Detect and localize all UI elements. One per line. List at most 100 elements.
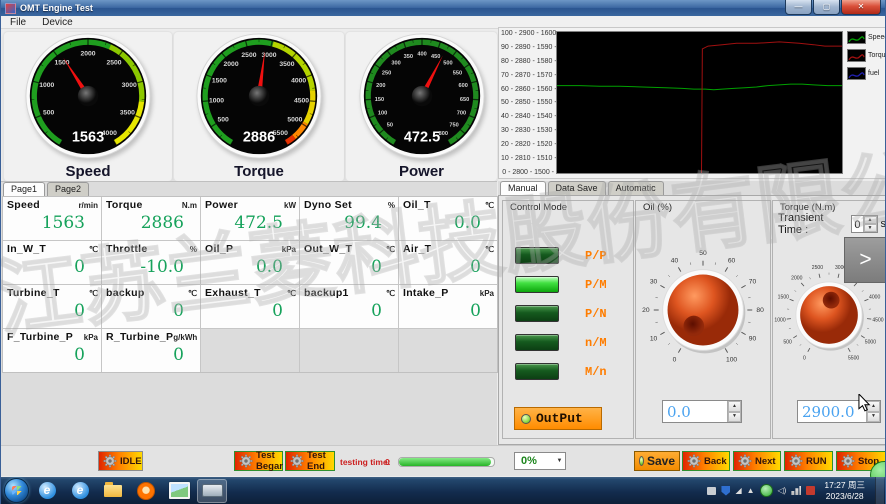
torque-gauge-label: Torque [234, 163, 284, 180]
svg-text:500: 500 [443, 60, 452, 66]
chart-y-tick-label: 30 - 2830 - 1530 - [501, 127, 554, 134]
measurement-value: 1563 [7, 213, 98, 233]
taskbar-ie-icon[interactable]: e [32, 479, 62, 503]
measurement-value: 0 [403, 257, 494, 277]
measurement-value: 0.0 [205, 257, 296, 277]
panel-next-arrow-button[interactable]: > [844, 237, 886, 283]
menu-file[interactable]: File [10, 17, 26, 28]
control-panel: Manual Data Save Automatic Control Mode … [498, 181, 886, 445]
measurement-value: 0 [205, 301, 296, 321]
measurement-unit: % [190, 245, 197, 254]
mode-led-label: M/n [585, 365, 607, 379]
control-mode-group: Control Mode P/PP/MP/Nn/MM/n OutPut [502, 200, 634, 439]
measurement-name: backup1 [304, 287, 349, 299]
tab-data-save[interactable]: Data Save [548, 181, 606, 195]
measurement-value: 0.0 [403, 213, 494, 233]
mode-led-P-P[interactable] [515, 247, 559, 264]
tray-device-icon[interactable] [707, 487, 716, 495]
taskbar-media-player-icon[interactable] [131, 479, 161, 503]
svg-text:350: 350 [403, 54, 412, 60]
mode-row-M-n: M/n [515, 363, 629, 380]
tab-page1[interactable]: Page1 [3, 182, 45, 196]
measurement-name: Torque [106, 199, 143, 211]
title-bar[interactable]: OMT Engine Test — ▢ ✕ [1, 0, 885, 16]
svg-text:600: 600 [458, 83, 467, 89]
torque-spin-down[interactable]: ▼ [867, 412, 880, 423]
taskbar-explorer-icon[interactable] [98, 479, 128, 503]
run-button[interactable]: RUN [784, 451, 833, 471]
test-begin-button[interactable]: Test Begar [234, 451, 283, 471]
next-button[interactable]: Next [733, 451, 781, 471]
taskbar-photo-viewer-icon[interactable] [164, 479, 194, 503]
control-mode-led-list: P/PP/MP/Nn/MM/n [515, 247, 629, 392]
measurement-value: 0 [403, 301, 494, 321]
taskbar-engine-test-app-icon[interactable] [197, 479, 227, 503]
mode-led-label: P/P [585, 249, 607, 263]
menu-device[interactable]: Device [42, 17, 73, 28]
torque-gauge: 5001000150020002500300035004000450050005… [195, 32, 323, 165]
mode-led-n-M[interactable] [515, 334, 559, 351]
svg-text:500: 500 [783, 339, 792, 345]
mode-led-P-N[interactable] [515, 305, 559, 322]
tray-network-icon[interactable] [791, 486, 801, 495]
output-button[interactable]: OutPut [514, 407, 602, 430]
measurement-name: F_Turbine_P [7, 331, 73, 343]
taskbar-clock[interactable]: 17:27 周三 2023/6/28 [824, 480, 865, 501]
empty-cell [201, 329, 299, 372]
measurement-cell-r_turbine_p: R_Turbine_Pg/kWh0 [102, 329, 200, 372]
tray-usb-icon[interactable] [806, 486, 815, 495]
show-desktop-button[interactable] [875, 477, 884, 504]
windows-logo-icon [12, 486, 22, 495]
legend-label: Torque [868, 52, 886, 59]
oil-spin-up[interactable]: ▲ [728, 401, 741, 412]
speed-gauge-label: Speed [65, 163, 110, 180]
tray-volume-icon[interactable]: ◁) [778, 487, 787, 495]
measurement-name: Exhaust_T [205, 287, 261, 299]
tab-page2[interactable]: Page2 [47, 182, 89, 196]
transient-spin-up[interactable]: ▲ [864, 216, 877, 224]
control-mode-title: Control Mode [508, 202, 569, 213]
svg-text:500: 500 [217, 116, 229, 123]
measurement-cell-speed: Speedr/min1563 [3, 197, 101, 240]
percent-combobox[interactable]: 0% ▼ [514, 452, 566, 470]
save-button[interactable]: Save [634, 451, 680, 471]
measurement-unit: r/min [78, 201, 98, 210]
measurement-unit: ℃ [485, 245, 494, 254]
measurement-cell-exhaust_t: Exhaust_T℃0 [201, 285, 299, 328]
measurements-grid: Speedr/min1563TorqueN.m2886PowerkW472.5D… [2, 196, 498, 373]
svg-text:700: 700 [456, 111, 465, 117]
tab-automatic[interactable]: Automatic [608, 181, 664, 195]
svg-text:650: 650 [459, 97, 468, 103]
tab-manual[interactable]: Manual [500, 181, 546, 195]
tray-signal-icon[interactable]: ◢ [735, 487, 741, 495]
back-button[interactable]: Back [682, 451, 730, 471]
chart-y-tick-label: 0 - 2800 - 1500 - [501, 169, 554, 176]
measurement-name: Throttle [106, 243, 147, 255]
idle-button[interactable]: IDLE [98, 451, 143, 471]
svg-text:1563: 1563 [72, 130, 104, 146]
test-end-button[interactable]: Test End [285, 451, 335, 471]
transient-spin-down[interactable]: ▼ [864, 224, 877, 232]
start-button[interactable] [4, 478, 29, 503]
taskbar-ie2-icon[interactable]: e [65, 479, 95, 503]
oil-spin-down[interactable]: ▼ [728, 412, 741, 423]
tray-antivirus-icon[interactable] [760, 484, 773, 497]
legend-line-swatch-icon [847, 67, 866, 80]
svg-text:5000: 5000 [865, 339, 876, 345]
mode-led-M-n[interactable] [515, 363, 559, 380]
measurement-unit: ℃ [188, 289, 197, 298]
output-led-icon [521, 414, 531, 424]
oil-setpoint-spinbox[interactable]: 0.0 ▲ ▼ [662, 400, 742, 423]
measurement-cell-oil_p: Oil_PkPa0.0 [201, 241, 299, 284]
oil-knob[interactable]: 0102030405060708090100 [638, 245, 768, 380]
tray-security-shield-icon[interactable] [721, 486, 730, 496]
mode-led-P-M[interactable] [515, 276, 559, 293]
svg-text:4500: 4500 [872, 318, 883, 324]
close-button[interactable]: ✕ [841, 0, 881, 15]
tray-show-hidden-icons-chevron[interactable]: ▲ [747, 487, 755, 495]
minimize-button[interactable]: — [785, 0, 812, 15]
chart-y-tick-label: 80 - 2880 - 1580 - [501, 58, 554, 65]
maximize-button[interactable]: ▢ [813, 0, 840, 15]
power-gauge-label: Power [399, 163, 444, 180]
transient-time-spinbox[interactable]: 0 ▲ ▼ [851, 215, 878, 233]
